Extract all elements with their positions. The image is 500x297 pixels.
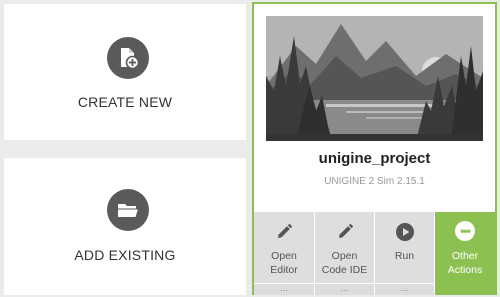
- run-label: Run: [375, 249, 434, 263]
- new-file-plus-icon: [107, 37, 149, 79]
- add-existing-label: ADD EXISTING: [74, 247, 176, 263]
- project-name: unigine_project: [318, 150, 431, 167]
- open-editor-more-button[interactable]: ...: [254, 283, 314, 295]
- open-folder-icon: [107, 189, 149, 231]
- open-editor-label: Open Editor: [254, 249, 314, 277]
- open-code-ide-label-line1: Open: [331, 250, 358, 262]
- add-existing-card[interactable]: ADD EXISTING: [4, 158, 246, 295]
- project-thumbnail: [266, 16, 483, 141]
- open-code-ide-label: Open Code IDE: [315, 249, 374, 277]
- pencil-icon: [274, 222, 294, 242]
- other-actions-label: Other Actions: [435, 249, 495, 277]
- create-new-card[interactable]: CREATE NEW: [4, 4, 246, 140]
- run-more-button[interactable]: ...: [375, 283, 434, 295]
- open-code-ide-button[interactable]: Open Code IDE ...: [315, 212, 375, 295]
- project-sdk-version: UNIGINE 2 Sim 2.15.1: [324, 176, 425, 187]
- more-dots-glyph: •••: [455, 221, 475, 241]
- pencil-icon: [335, 222, 355, 242]
- other-actions-button[interactable]: ••• Other Actions: [435, 212, 495, 295]
- play-icon: [395, 222, 415, 242]
- open-editor-label-line1: Open: [271, 250, 297, 262]
- project-toolbar: Open Editor ... Open Code IDE ... Run ..…: [254, 212, 495, 295]
- other-actions-label-line2: Actions: [447, 264, 483, 276]
- open-code-ide-more-button[interactable]: ...: [315, 283, 374, 295]
- open-code-ide-label-line2: Code IDE: [321, 264, 368, 276]
- run-button[interactable]: Run ...: [375, 212, 435, 295]
- more-dots-icon: •••: [455, 221, 475, 241]
- open-editor-label-line2: Editor: [270, 264, 298, 276]
- create-new-label: CREATE NEW: [77, 94, 173, 110]
- open-editor-button[interactable]: Open Editor ...: [254, 212, 315, 295]
- project-card[interactable]: unigine_project UNIGINE 2 Sim 2.15.1 Ope…: [252, 2, 497, 295]
- other-actions-label-line1: Other: [451, 250, 479, 262]
- run-label-line1: Run: [394, 250, 415, 262]
